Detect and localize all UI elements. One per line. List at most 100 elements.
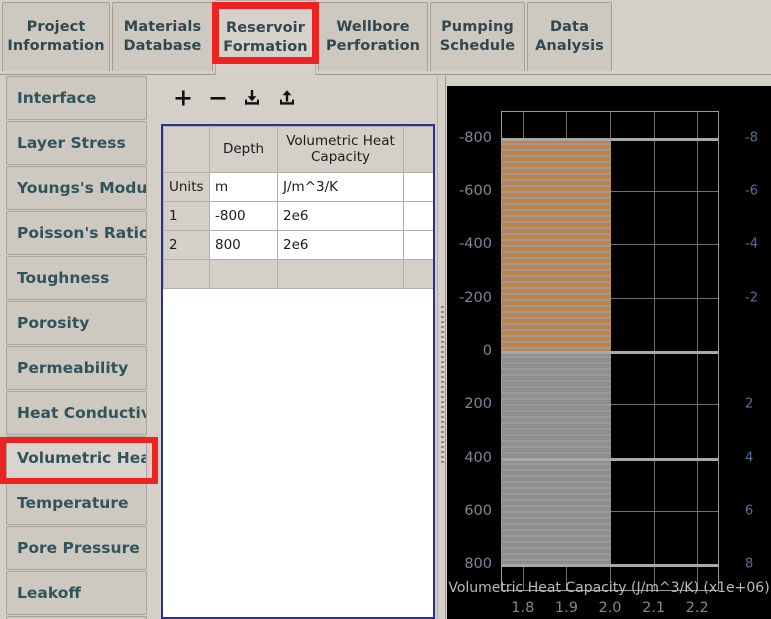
sidebar-item-leakoff[interactable]: Leakoff <box>6 571 147 615</box>
sidebar-item-volumetric-heat-capacity-label: Volumetric Heat C <box>17 449 146 467</box>
tab-reservoir-formation-label: Reservoir Formation <box>223 19 308 55</box>
table-row: 1 -800 2e6 <box>163 201 433 231</box>
plot-y-tick-label: 600 <box>464 503 492 519</box>
plot-y-tick-label: 0 <box>482 343 492 359</box>
remove-row-button[interactable] <box>205 85 231 111</box>
plot-secondary-y-tick-label: 6 <box>745 503 754 519</box>
row-header[interactable]: 2 <box>163 230 210 260</box>
sidebar-item-layer-stress[interactable]: Layer Stress <box>6 121 147 165</box>
plot-layer-layer-2 <box>502 352 611 459</box>
tab-pumping-schedule[interactable]: Pumping Schedule <box>430 2 525 71</box>
plot-layer-boundary <box>502 137 718 141</box>
import-button[interactable] <box>239 85 265 111</box>
tab-pumping-schedule-label: Pumping Schedule <box>439 18 516 54</box>
plot-secondary-y-tick-label: 8 <box>745 556 754 572</box>
sidebar-item-permeability[interactable]: Permeability <box>6 346 147 390</box>
tab-reservoir-formation[interactable]: Reservoir Formation <box>215 0 316 75</box>
plot-secondary-y-tick-label: -6 <box>745 183 758 199</box>
sidebar-item-pore-pressure[interactable]: Pore Pressure <box>6 526 147 570</box>
filler-cell <box>277 259 404 289</box>
filler-cell <box>403 259 433 289</box>
cell-depth[interactable]: 800 <box>209 230 278 260</box>
data-table-container[interactable]: Depth Volumetric Heat Capacity Units m J/m^… <box>161 124 435 619</box>
cell-depth[interactable]: -800 <box>209 201 278 231</box>
upload-icon <box>277 88 297 108</box>
sidebar-item-porosity-label: Porosity <box>17 314 90 332</box>
minus-icon <box>208 88 228 108</box>
sidebar-item-volumetric-heat-capacity[interactable]: Volumetric Heat C <box>6 436 147 480</box>
cell-depth[interactable]: m <box>209 172 278 202</box>
sidebar-item-temperature-label: Temperature <box>17 494 129 512</box>
sidebar-item-porosity[interactable]: Porosity <box>6 301 147 345</box>
table-spare-column-header <box>403 126 433 173</box>
plot-y-tick-label: -800 <box>459 129 492 146</box>
plot-layer-boundary <box>502 351 718 354</box>
tab-materials-database-label: Materials Database <box>123 18 202 54</box>
table-spare-cell <box>403 201 433 231</box>
property-sidebar: Interface Layer Stress Youngs's Modulus Poi… <box>0 76 155 619</box>
sidebar-item-toughness-label: Toughness <box>17 269 110 287</box>
sidebar-item-heat-conductivity-label: Heat Conductivity <box>17 404 146 422</box>
tab-project-information[interactable]: Project Information <box>2 2 110 71</box>
tab-data-analysis-label: Data Analysis <box>535 18 604 54</box>
column-header-depth[interactable]: Depth <box>209 126 278 173</box>
tab-wellbore-perforation-label: Wellbore Perforation <box>325 18 421 54</box>
cell-vhc[interactable]: 2e6 <box>277 201 404 231</box>
plot-x-tick-label: 2.0 <box>598 600 622 616</box>
tab-materials-database[interactable]: Materials Database <box>112 2 213 71</box>
plus-icon <box>173 88 193 108</box>
table-body: Units m J/m^3/K 1 -800 2e6 2 800 2e6 <box>163 172 433 289</box>
plot-y-tick-label: -400 <box>459 236 492 253</box>
cell-vhc[interactable]: 2e6 <box>277 230 404 260</box>
table-spare-cell <box>403 172 433 202</box>
download-icon <box>242 88 262 108</box>
plot-layer-layer-1 <box>502 138 611 352</box>
table-pane: Depth Volumetric Heat Capacity Units m J/m^… <box>156 76 437 619</box>
table-row: 2 800 2e6 <box>163 230 433 260</box>
plot-y-tick-label: 400 <box>464 449 492 466</box>
plot-secondary-y-tick-label: -8 <box>745 130 758 146</box>
column-header-vhc-line2: Capacity <box>311 148 370 165</box>
plot-layer-layer-3 <box>502 458 611 566</box>
pane-splitter[interactable] <box>437 76 446 619</box>
table-head: Depth Volumetric Heat Capacity <box>163 126 433 173</box>
plot-y-tick-label: 200 <box>464 396 492 413</box>
plot-layer-boundary <box>502 457 718 461</box>
main-tab-bar: Project Information Materials Database Reser… <box>0 0 771 75</box>
depth-profile-plot[interactable]: Volumetric Heat Capacity (J/m^3/K) (x1e+… <box>447 86 771 619</box>
plot-layer-boundary <box>502 564 718 568</box>
plot-secondary-y-tick-label: -4 <box>745 236 758 252</box>
tab-wellbore-perforation[interactable]: Wellbore Perforation <box>318 2 428 71</box>
table-spare-cell <box>403 230 433 260</box>
plot-y-tick-label: -200 <box>459 289 492 306</box>
add-row-button[interactable] <box>170 85 196 111</box>
export-button[interactable] <box>274 85 300 111</box>
tab-project-information-label: Project Information <box>7 18 105 54</box>
sidebar-item-poissons-ratio[interactable]: Poisson's Ratio <box>6 211 147 255</box>
sidebar-item-interface[interactable]: Interface <box>6 76 147 120</box>
column-header-volumetric-heat-capacity[interactable]: Volumetric Heat Capacity <box>277 126 404 173</box>
plot-x-tick-label: 1.9 <box>554 600 578 616</box>
plot-secondary-y-tick-label: -2 <box>745 290 758 306</box>
table-corner-cell <box>163 126 210 173</box>
sidebar-item-toughness[interactable]: Toughness <box>6 256 147 300</box>
sidebar-item-layer-stress-label: Layer Stress <box>17 134 126 152</box>
filler-row-header <box>163 259 210 289</box>
table-row: Units m J/m^3/K <box>163 172 433 202</box>
sidebar-item-heat-conductivity[interactable]: Heat Conductivity <box>6 391 147 435</box>
plot-axes-frame <box>501 111 719 591</box>
sidebar-item-temperature[interactable]: Temperature <box>6 481 147 525</box>
column-header-vhc-line1: Volumetric Heat <box>286 133 395 150</box>
row-header[interactable]: Units <box>163 172 210 202</box>
plot-secondary-y-tick-label: 2 <box>745 396 754 412</box>
cell-vhc[interactable]: J/m^3/K <box>277 172 404 202</box>
table-toolbar <box>156 76 437 120</box>
sidebar-item-pore-pressure-label: Pore Pressure <box>17 539 140 557</box>
data-table: Depth Volumetric Heat Capacity Units m J/m^… <box>163 126 433 289</box>
sidebar-item-youngs-modulus[interactable]: Youngs's Modulus <box>6 166 147 210</box>
tab-data-analysis[interactable]: Data Analysis <box>527 2 612 71</box>
table-header-row: Depth Volumetric Heat Capacity <box>163 126 433 173</box>
row-header[interactable]: 1 <box>163 201 210 231</box>
plot-x-axis-label: Volumetric Heat Capacity (J/m^3/K) (x1e+… <box>448 580 770 596</box>
plot-x-tick-label: 2.1 <box>642 600 666 616</box>
